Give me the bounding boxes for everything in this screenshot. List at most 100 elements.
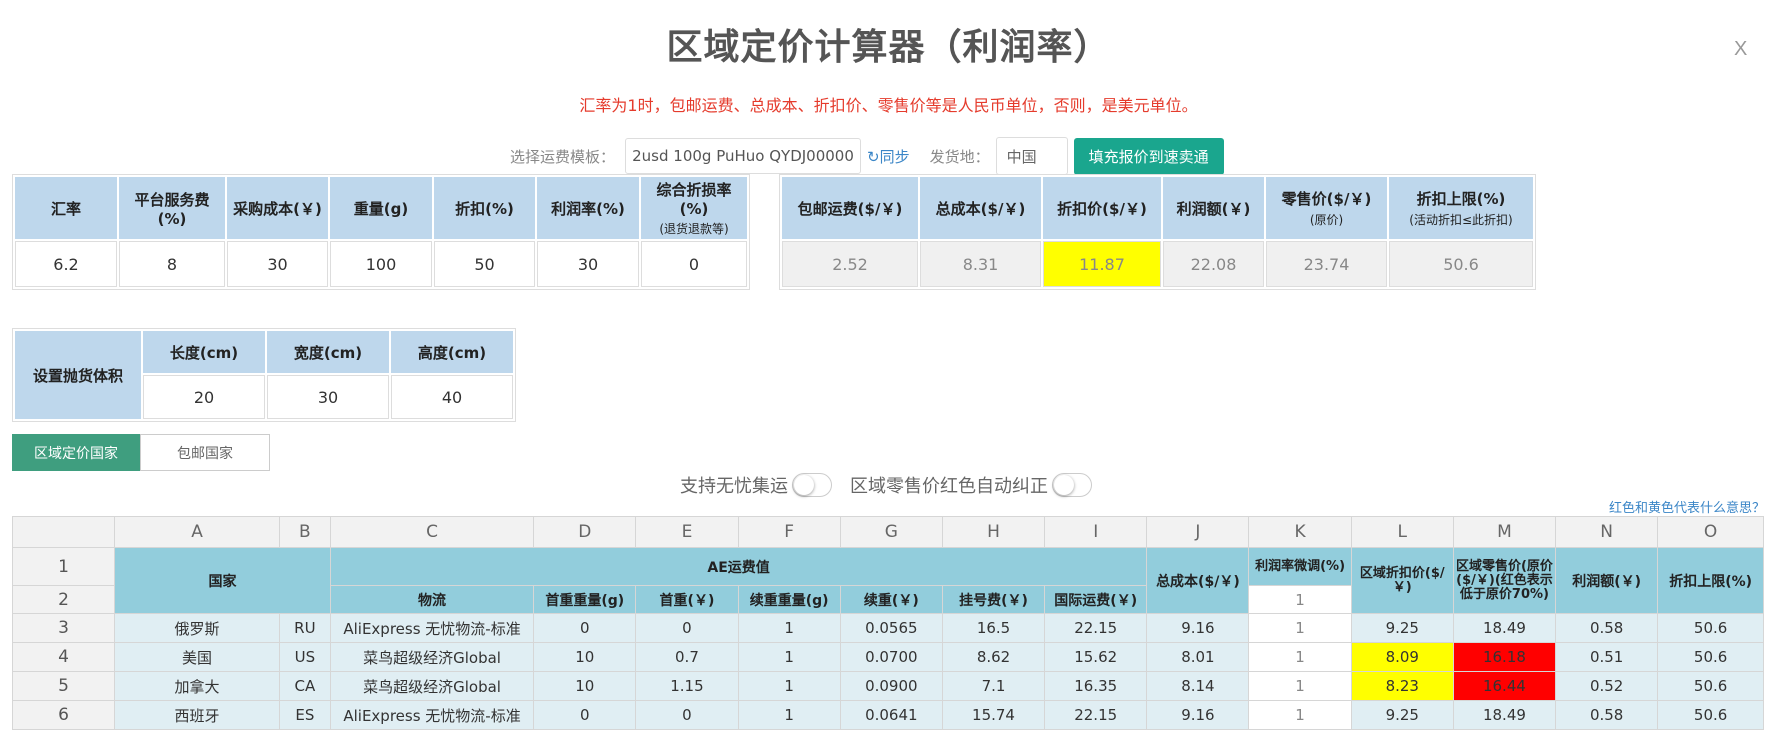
pricing-grid: ABCDEFGHIJKLMNO 1 国家 AE运费值 总成本($/￥) 利润率微… — [11, 516, 1764, 730]
result-header-label: 折扣价($/￥) — [1057, 199, 1147, 218]
first-cost-cell: 0 — [635, 700, 739, 730]
first-weight-header: 首重重量(g) — [533, 585, 637, 614]
logistics-cell: AliExpress 无忧物流-标准 — [329, 613, 535, 643]
column-letter: C — [329, 516, 535, 548]
param-value[interactable]: 8 — [119, 241, 225, 287]
first-cost-header: 首重(￥) — [635, 585, 739, 614]
discount-cap-cell: 50.6 — [1657, 671, 1764, 701]
region-retail-cell: 16.44 — [1452, 671, 1557, 701]
close-button[interactable]: X — [1734, 38, 1747, 61]
country-code-cell: US — [278, 642, 331, 672]
autocorrect-switch-label: 区域零售价红色自动纠正 — [850, 476, 1048, 497]
cont-cost-cell: 0.0565 — [839, 613, 943, 643]
profit-cell: 0.51 — [1555, 642, 1659, 672]
param-header: 采购成本(￥) — [227, 177, 328, 239]
result-header-note: (活动折扣≤此折扣) — [1409, 213, 1513, 227]
param-value[interactable]: 30 — [537, 241, 639, 287]
param-value[interactable]: 50 — [434, 241, 535, 287]
width-input[interactable]: 30 — [267, 375, 389, 419]
total-cost-cell: 8.01 — [1146, 642, 1250, 672]
shipping-template-select[interactable]: 2usd 100g PuHuo QYDJ00000 — [625, 138, 862, 174]
tab-free-shipping[interactable]: 包邮国家 — [140, 434, 270, 471]
origin-label: 发货地： — [929, 147, 990, 166]
margin-adjust-header: 利润率微调(%) — [1248, 547, 1352, 586]
result-value: 8.31 — [920, 241, 1041, 287]
margin-adjust-cell[interactable]: 1 — [1248, 642, 1352, 672]
length-input[interactable]: 20 — [143, 375, 265, 419]
currency-notice: 汇率为1时，包邮运费、总成本、折扣价、零售价等是人民币单位，否则，是美元单位。 — [579, 96, 1198, 115]
consolidation-switch-label: 支持无忧集运 — [680, 476, 788, 497]
cont-weight-cell: 1 — [737, 671, 841, 701]
country-cell: 加拿大 — [114, 671, 280, 701]
param-value[interactable]: 30 — [227, 241, 328, 287]
param-header-label: 重量(g) — [353, 199, 409, 218]
cont-cost-header: 续重(￥) — [839, 585, 943, 614]
result-header: 折扣价($/￥) — [1043, 177, 1161, 239]
result-header: 总成本($/￥) — [920, 177, 1041, 239]
margin-adjust-cell[interactable]: 1 — [1248, 700, 1352, 730]
result-header-label: 零售价($/￥) — [1281, 190, 1372, 208]
reg-fee-cell: 8.62 — [941, 642, 1046, 672]
param-header: 折扣(%) — [434, 177, 535, 239]
origin-select[interactable]: 中国 — [995, 137, 1068, 175]
consolidation-switch[interactable] — [792, 473, 832, 497]
intl-shipping-header: 国际运费(￥) — [1044, 585, 1148, 614]
param-header-label: 采购成本(￥) — [233, 199, 322, 218]
result-value: 22.08 — [1163, 241, 1264, 287]
height-input[interactable]: 40 — [391, 375, 513, 419]
total-cost-cell: 9.16 — [1146, 613, 1250, 643]
profit-cell: 0.58 — [1555, 700, 1659, 730]
row-number: 3 — [11, 613, 116, 643]
param-value[interactable]: 100 — [330, 241, 432, 287]
region-retail-cell: 18.49 — [1452, 700, 1557, 730]
first-cost-cell: 0.7 — [635, 642, 739, 672]
table-row: 3 俄罗斯 RU AliExpress 无忧物流-标准 0 0 1 0.0565 16.5 22.… — [11, 613, 1764, 643]
results-table: 包邮运费($/￥) 总成本($/￥) 折扣价($/￥) 利润额(￥) 零售价($/￥) (… — [779, 174, 1536, 290]
result-header: 零售价($/￥) (原价) — [1266, 177, 1387, 239]
column-letter: L — [1350, 516, 1454, 548]
cont-weight-cell: 1 — [737, 700, 841, 730]
height-header: 高度(cm) — [391, 331, 513, 373]
autocorrect-switch[interactable] — [1052, 473, 1092, 497]
params-table: 汇率 平台服务费(%) 采购成本(￥) 重量(g) 折扣(%) 利润率(%) 综合折损率(%… — [12, 174, 750, 290]
result-header: 利润额(￥) — [1163, 177, 1264, 239]
sync-link[interactable]: ↻同步 — [867, 146, 910, 167]
margin-adjust-cell[interactable]: 1 — [1248, 671, 1352, 701]
cont-cost-cell: 0.0641 — [839, 700, 943, 730]
table-row: 6 西班牙 ES AliExpress 无忧物流-标准 0 0 1 0.0641 15.74 22… — [11, 700, 1764, 730]
intl-shipping-cell: 15.62 — [1044, 642, 1148, 672]
country-cell: 西班牙 — [114, 700, 280, 730]
row-number: 5 — [11, 671, 116, 701]
discount-cap-cell: 50.6 — [1657, 642, 1764, 672]
column-letter: D — [533, 516, 637, 548]
total-cost-header: 总成本($/￥) — [1146, 547, 1250, 614]
column-letter: K — [1248, 516, 1352, 548]
param-value[interactable]: 0 — [641, 241, 747, 287]
first-cost-cell: 0 — [635, 613, 739, 643]
column-letter: A — [114, 516, 280, 548]
param-header: 综合折损率(%) (退货退款等) — [641, 177, 747, 239]
margin-adjust-cell[interactable]: 1 — [1248, 613, 1352, 643]
column-letter: B — [278, 516, 331, 548]
param-header-label: 折扣(%) — [455, 199, 514, 218]
cont-weight-cell: 1 — [737, 613, 841, 643]
discount-cap-header: 折扣上限(%) — [1657, 547, 1764, 614]
tab-region-pricing[interactable]: 区域定价国家 — [12, 434, 140, 471]
color-help-link[interactable]: 红色和黄色代表什么意思？ — [1609, 497, 1765, 516]
fill-price-button[interactable]: 填充报价到速卖通 — [1073, 137, 1224, 175]
param-header: 汇率 — [15, 177, 117, 239]
country-code-cell: RU — [278, 613, 331, 643]
column-letter: M — [1452, 516, 1557, 548]
result-header: 包邮运费($/￥) — [782, 177, 918, 239]
country-cell: 俄罗斯 — [114, 613, 280, 643]
first-weight-cell: 0 — [533, 613, 637, 643]
margin-adjust-input[interactable]: 1 — [1248, 585, 1352, 614]
column-letter: I — [1044, 516, 1148, 548]
switch-knob — [794, 475, 814, 495]
column-letter: E — [635, 516, 739, 548]
region-discount-cell: 9.25 — [1350, 700, 1454, 730]
column-letter: F — [737, 516, 841, 548]
param-value[interactable]: 6.2 — [15, 241, 117, 287]
region-retail-cell: 16.18 — [1452, 642, 1557, 672]
template-bar: 选择运费模板： 2usd 100g PuHuo QYDJ00000 ↻同步 发货… — [510, 136, 1224, 176]
